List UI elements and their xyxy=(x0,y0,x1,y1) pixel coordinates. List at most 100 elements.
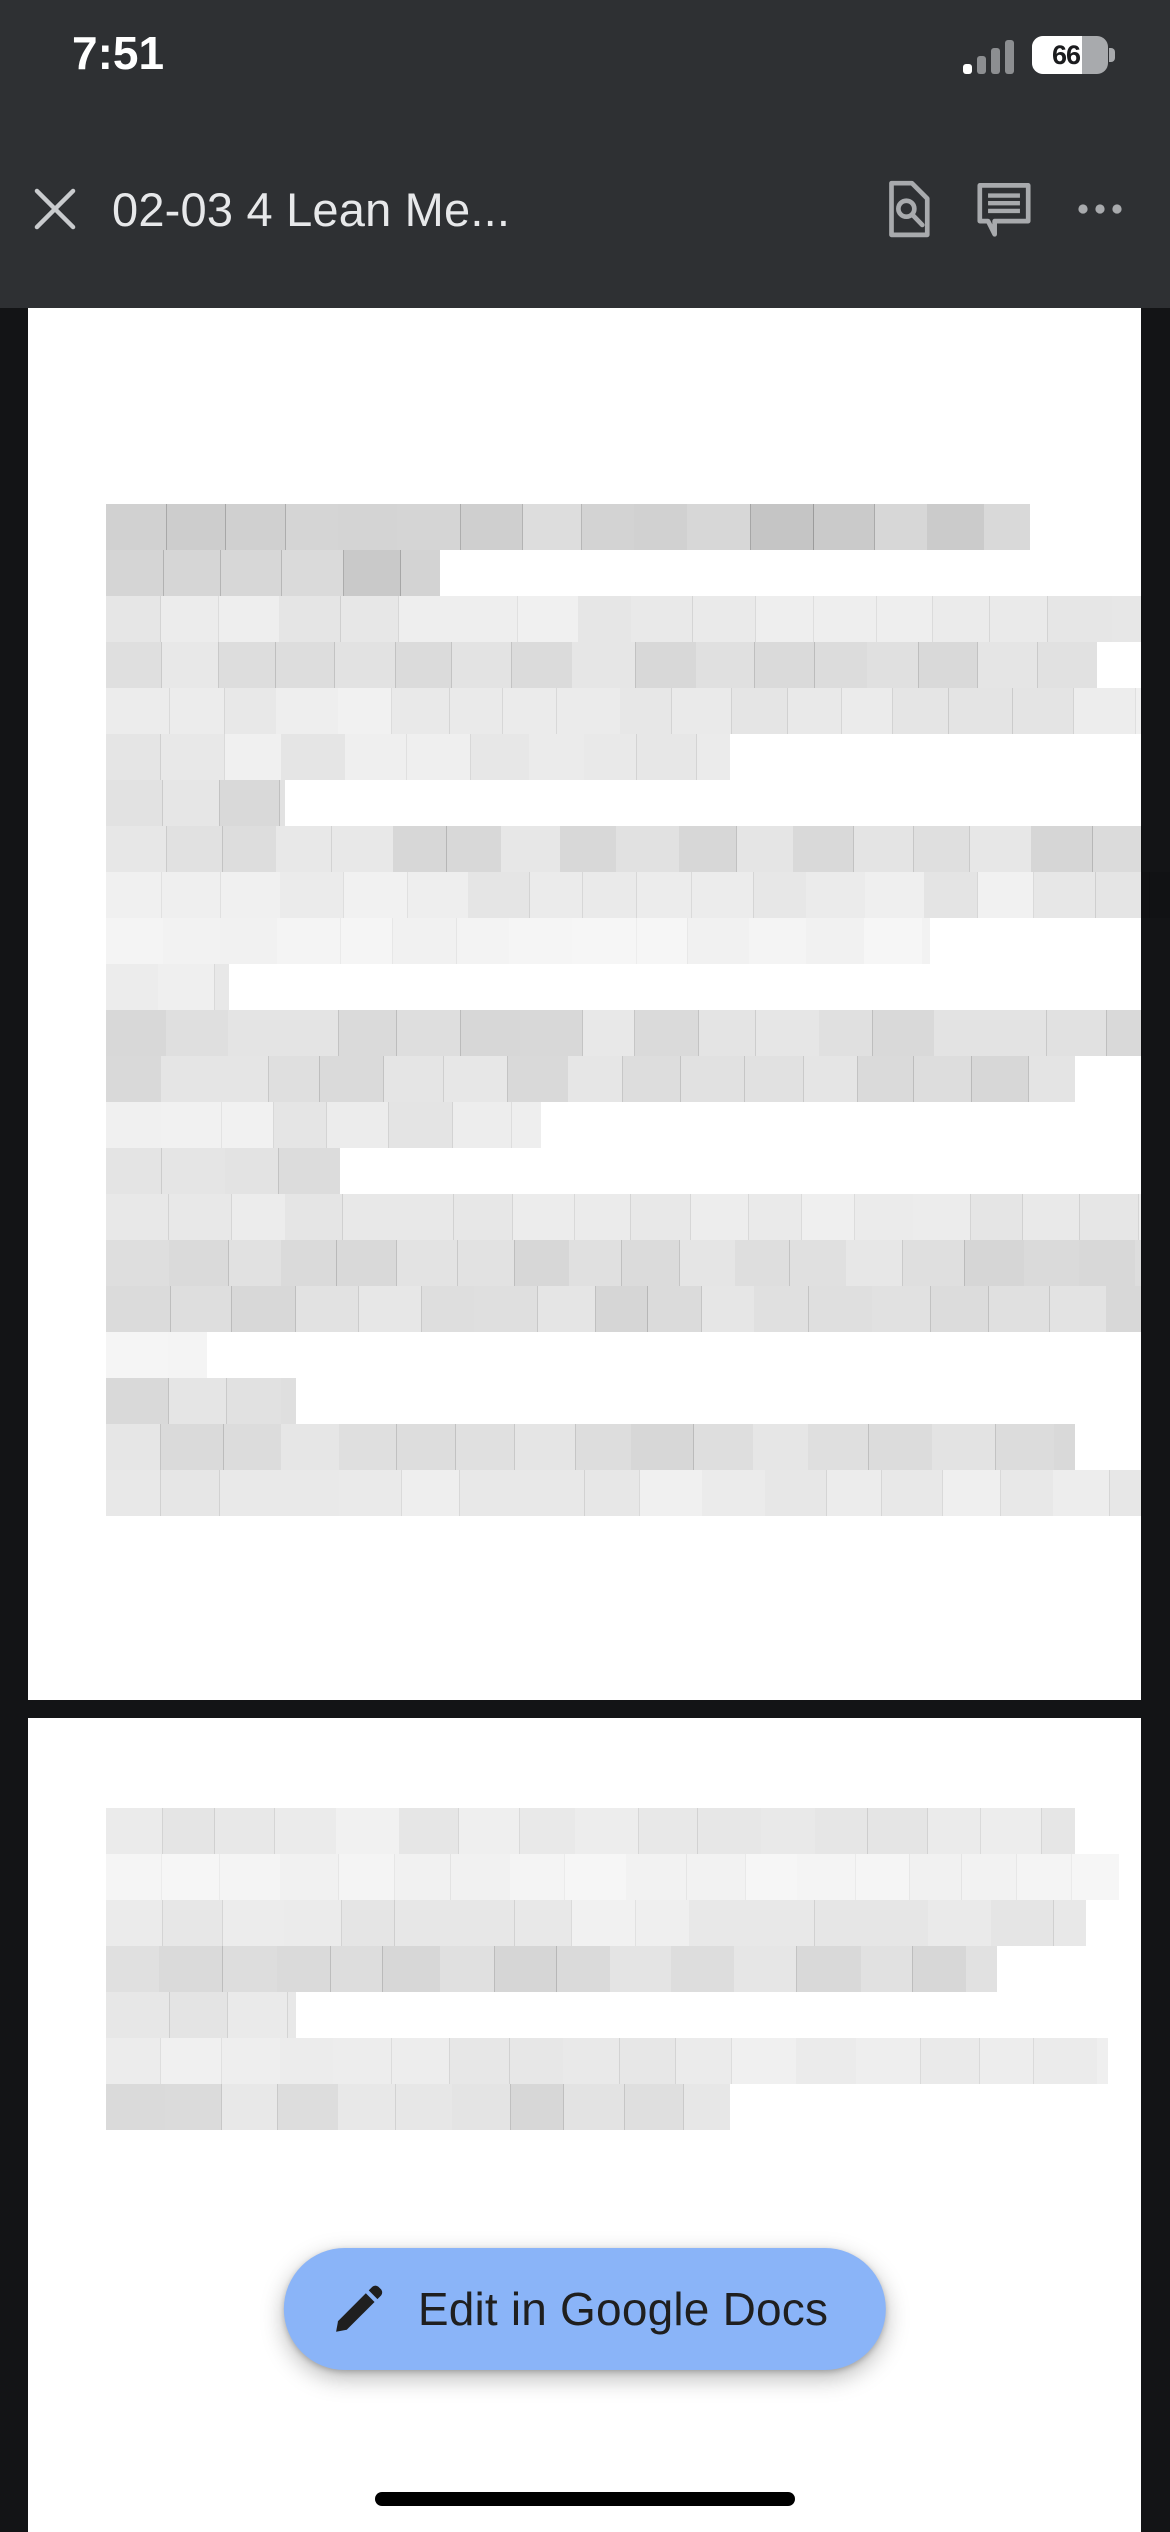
redacted-text-block xyxy=(977,872,1034,918)
redacted-text-block xyxy=(221,1102,274,1148)
redacted-text-block xyxy=(105,1056,162,1102)
redacted-text-block xyxy=(455,1424,515,1470)
redacted-text-block xyxy=(568,1240,622,1286)
redacted-text-block xyxy=(500,826,561,872)
redacted-text-block xyxy=(969,826,1032,872)
redacted-text-block xyxy=(105,780,163,826)
redacted-text-block xyxy=(460,504,523,550)
redacted-text-block xyxy=(337,688,392,734)
redacted-text-block xyxy=(330,826,394,872)
redacted-text-block xyxy=(330,1946,383,1992)
battery-level-label: 66 xyxy=(1051,39,1081,70)
redacted-text-block xyxy=(162,918,221,964)
redacted-text-block xyxy=(864,872,925,918)
redacted-text-block xyxy=(338,1424,397,1470)
redacted-text-block xyxy=(275,688,339,734)
redacted-text-block xyxy=(295,1286,359,1332)
redacted-text-block xyxy=(278,1470,340,1516)
more-options-button[interactable] xyxy=(1052,161,1148,257)
redacted-text-line xyxy=(28,1808,1141,1854)
redacted-text-block xyxy=(280,1240,337,1286)
redacted-text-block xyxy=(224,1148,280,1194)
redacted-text-block xyxy=(1040,1808,1075,1854)
redacted-text-block xyxy=(283,1900,342,1946)
redacted-text-block xyxy=(789,1240,847,1286)
redacted-text-block xyxy=(220,872,281,918)
document-page[interactable] xyxy=(28,1718,1141,2532)
redacted-text-block xyxy=(393,1900,455,1946)
redacted-text-block xyxy=(228,1240,282,1286)
redacted-text-line xyxy=(28,2084,1141,2130)
redacted-text-block xyxy=(449,2038,510,2084)
redacted-text-block xyxy=(511,1102,541,1148)
redacted-text-block xyxy=(750,504,814,550)
document-page[interactable] xyxy=(28,308,1170,1700)
redacted-text-block xyxy=(584,1470,640,1516)
document-scroll-area[interactable]: Edit in Google Docs xyxy=(0,308,1170,2532)
redacted-text-block xyxy=(105,1900,164,1946)
close-button[interactable] xyxy=(20,174,90,244)
redacted-text-block xyxy=(691,596,757,642)
redacted-text-block xyxy=(918,642,978,688)
redacted-text-block xyxy=(633,1010,699,1056)
redacted-text-block xyxy=(160,2038,222,2084)
redacted-text-block xyxy=(284,1194,344,1240)
find-in-document-button[interactable] xyxy=(860,161,956,257)
document-title: 02-03 4 Lean Me... xyxy=(112,182,511,236)
redacted-text-line xyxy=(28,1240,1142,1286)
redacted-text-block xyxy=(624,2084,684,2130)
redacted-text-block xyxy=(105,872,162,918)
redacted-text-block xyxy=(227,1992,288,2038)
redacted-text-block xyxy=(338,1854,395,1900)
redacted-text-block xyxy=(105,1194,169,1240)
redacted-text-block xyxy=(473,1286,538,1332)
redacted-text-block xyxy=(805,918,865,964)
redacted-text-block xyxy=(160,1148,226,1194)
redacted-text-block xyxy=(276,1946,331,1992)
redacted-text-block xyxy=(341,1900,395,1946)
redacted-text-block xyxy=(1109,1470,1142,1516)
comments-button[interactable] xyxy=(956,161,1052,257)
redacted-text-block xyxy=(105,1332,169,1378)
redacted-text-block xyxy=(760,1808,816,1854)
redacted-text-block xyxy=(845,1240,904,1286)
redacted-text-line xyxy=(28,2038,1141,2084)
redacted-text-block xyxy=(678,1240,736,1286)
status-bar-clock: 7:51 xyxy=(72,27,165,79)
redacted-text-block xyxy=(1096,2038,1109,2084)
redacted-text-block xyxy=(923,872,978,918)
redacted-text-block xyxy=(942,1470,1002,1516)
redacted-text-block xyxy=(382,1946,441,1992)
redacted-text-block xyxy=(166,826,223,872)
redacted-text-block xyxy=(105,1470,161,1516)
redacted-text-block xyxy=(519,1010,584,1056)
redacted-text-line xyxy=(28,550,1141,596)
redacted-text-block xyxy=(451,2084,512,2130)
redacted-text-block xyxy=(630,1424,694,1470)
redacted-text-block xyxy=(332,2038,392,2084)
redacted-text-block xyxy=(670,1946,735,1992)
redacted-text-block xyxy=(522,504,583,550)
redacted-text-block xyxy=(449,1854,511,1900)
edit-in-google-docs-button[interactable]: Edit in Google Docs xyxy=(283,2248,887,2370)
redacted-text-block xyxy=(948,688,1013,734)
redacted-text-block xyxy=(395,642,453,688)
redacted-text-block xyxy=(528,734,585,780)
redacted-text-block xyxy=(913,826,970,872)
redacted-text-block xyxy=(407,872,469,918)
redacted-text-block xyxy=(222,1946,278,1992)
redacted-text-block xyxy=(814,642,868,688)
redacted-text-block xyxy=(803,1056,858,1102)
redacted-text-line xyxy=(28,642,1141,688)
redacted-text-block xyxy=(969,1194,1024,1240)
redacted-text-block xyxy=(625,1854,688,1900)
redacted-text-block xyxy=(105,1424,161,1470)
redacted-text-block xyxy=(1023,1240,1080,1286)
redacted-text-block xyxy=(1016,1854,1072,1900)
redacted-text-block xyxy=(680,1056,746,1102)
redacted-text-block xyxy=(755,1010,820,1056)
redacted-text-line xyxy=(28,1056,1141,1102)
redacted-text-block xyxy=(1046,1010,1107,1056)
redacted-text-block xyxy=(1135,688,1142,734)
redacted-text-block xyxy=(636,918,688,964)
